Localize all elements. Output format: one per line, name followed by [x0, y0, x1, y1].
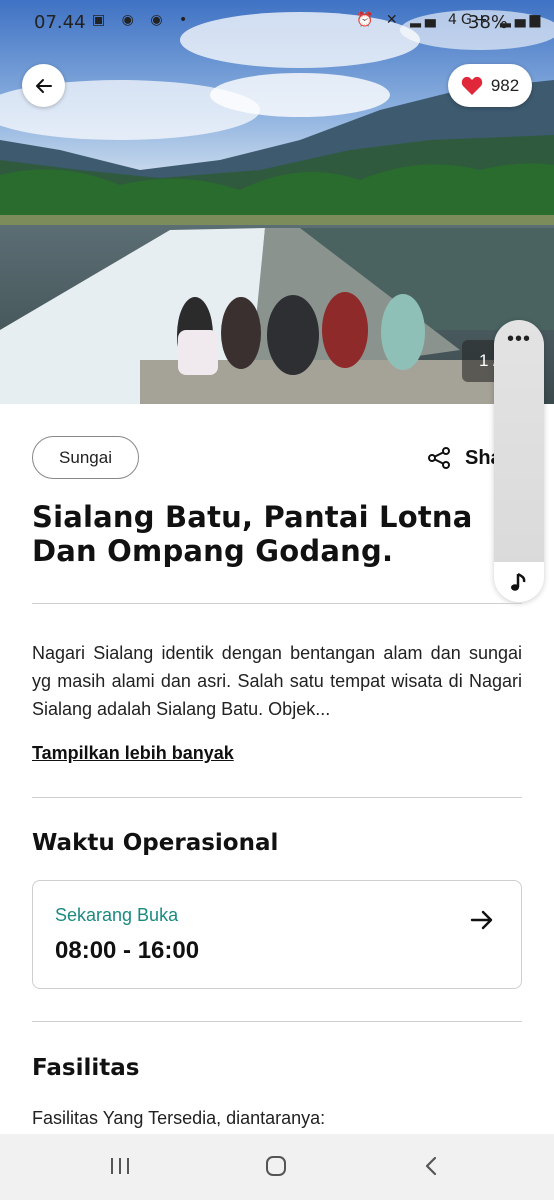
- heart-icon: [461, 76, 483, 95]
- back-arrow-icon: [35, 78, 52, 93]
- open-status: Sekarang Buka: [55, 905, 179, 925]
- divider: [32, 603, 522, 604]
- back-button[interactable]: [22, 64, 65, 107]
- status-time: 07.44: [34, 12, 86, 33]
- system-nav-bar: [0, 1134, 554, 1200]
- show-more-link[interactable]: Tampilkan lebih banyak: [32, 743, 234, 764]
- divider: [32, 1021, 522, 1022]
- notification-icons: ▣ ◉ ◉ •: [92, 12, 194, 28]
- page-title: Sialang Batu, Pantai Lotna Dan Ompang Go…: [32, 500, 473, 568]
- facilities-intro: Fasilitas Yang Tersedia, diantaranya:: [32, 1108, 326, 1128]
- arrow-right-icon: [470, 910, 493, 930]
- category-chip[interactable]: Sungai: [32, 436, 139, 479]
- divider: [32, 797, 522, 798]
- like-count: 982: [490, 75, 520, 95]
- system-icons: ⏰ ✕ ▂▄ 4G+ ▂▄▆: [356, 12, 545, 28]
- like-button[interactable]: 982: [448, 64, 532, 107]
- operational-hours-card[interactable]: Sekarang Buka 08:00 - 16:00: [32, 880, 522, 989]
- share-icon: [428, 447, 450, 469]
- opening-hours: 08:00 - 16:00: [55, 937, 200, 964]
- back-nav-icon[interactable]: [420, 1154, 444, 1178]
- category-chip-label: Sungai: [59, 447, 112, 467]
- home-icon[interactable]: [264, 1154, 288, 1178]
- recent-apps-icon[interactable]: [108, 1154, 132, 1178]
- music-button[interactable]: [494, 562, 544, 602]
- music-note-icon: [511, 572, 526, 591]
- battery-level: 38%: [468, 12, 509, 33]
- description: Nagari Sialang identik dengan bentangan …: [32, 643, 522, 719]
- status-bar: 07.44 ▣ ◉ ◉ • ⏰ ✕ ▂▄ 4G+ ▂▄▆ 38%: [0, 0, 554, 44]
- more-dots-icon[interactable]: •••: [494, 329, 544, 349]
- operational-heading: Waktu Operasional: [32, 830, 279, 856]
- facilities-heading: Fasilitas: [32, 1055, 140, 1081]
